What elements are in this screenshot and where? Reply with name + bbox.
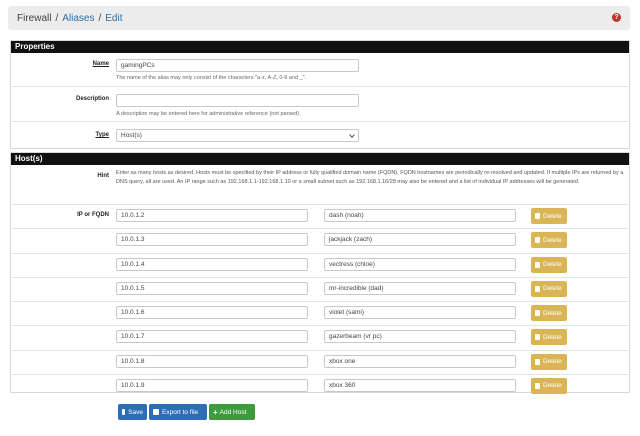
delete-host-button[interactable]: Delete xyxy=(531,256,567,273)
trash-icon xyxy=(535,213,540,219)
export-button[interactable]: Export to file xyxy=(149,404,207,420)
host-row: 10.0.1.3 jackjack (zach) Delete xyxy=(11,228,629,252)
properties-panel: Properties Name gamingPCs The name of th… xyxy=(10,40,630,149)
description-help-text: A description may be entered here for ad… xyxy=(116,111,301,117)
delete-button-label: Delete xyxy=(543,309,562,317)
breadcrumb-firewall: Firewall xyxy=(17,12,52,24)
type-select-value: Host(s) xyxy=(121,132,142,139)
trash-icon xyxy=(535,237,540,244)
host-ip-input[interactable]: 10.0.1.2 xyxy=(116,209,308,222)
host-ip-input[interactable]: 10.0.1.6 xyxy=(116,306,308,319)
ip-or-fqdn-label: IP or FQDN xyxy=(77,212,109,218)
save-button[interactable]: Save xyxy=(118,404,147,420)
delete-host-button[interactable]: Delete xyxy=(531,329,567,346)
delete-button-label: Delete xyxy=(543,382,562,390)
trash-icon xyxy=(535,310,540,316)
host-ip-input[interactable]: 10.0.1.8 xyxy=(116,354,308,368)
download-icon xyxy=(153,409,159,415)
chevron-down-icon xyxy=(349,132,355,138)
name-row: Name gamingPCs The name of the alias may… xyxy=(11,53,629,86)
floppy-disk-icon xyxy=(122,409,126,415)
host-description-input[interactable]: xbox one xyxy=(324,354,516,368)
delete-button-label: Delete xyxy=(543,333,562,341)
breadcrumb-aliases-link[interactable]: Aliases xyxy=(62,13,94,24)
host-description-input[interactable]: gazerbeam (vr pc) xyxy=(324,330,516,344)
name-input[interactable]: gamingPCs xyxy=(116,59,359,72)
breadcrumb-separator: / xyxy=(98,12,102,24)
host-ip-input[interactable]: 10.0.1.7 xyxy=(116,330,308,344)
trash-icon xyxy=(535,382,540,389)
host-description-input[interactable]: xbox 360 xyxy=(324,378,516,392)
breadcrumb-separator: / xyxy=(55,12,59,24)
trash-icon xyxy=(535,261,540,268)
name-label: Name xyxy=(92,61,109,67)
breadcrumb: Firewall / Aliases / Edit ? xyxy=(8,6,630,30)
delete-host-button[interactable]: Delete xyxy=(531,208,567,224)
trash-icon xyxy=(535,358,540,365)
hint-row: Hint Enter as many hosts as desired. Hos… xyxy=(11,165,629,204)
hosts-panel: Host(s) Hint Enter as many hosts as desi… xyxy=(10,152,630,394)
hint-text: Enter as many hosts as desired. Hosts mu… xyxy=(116,170,624,185)
host-description-input[interactable]: violet (sami) xyxy=(324,306,516,319)
host-row: IP or FQDN 10.0.1.2 dash (noah) Delete xyxy=(11,204,629,228)
description-label: Description xyxy=(75,96,109,102)
host-row: 10.0.1.8 xbox one Delete xyxy=(11,349,629,374)
host-ip-input[interactable]: 10.0.1.5 xyxy=(116,281,308,295)
delete-button-label: Delete xyxy=(543,212,562,220)
properties-heading: Properties xyxy=(11,41,629,53)
export-button-label: Export to file xyxy=(162,408,199,416)
host-ip-input[interactable]: 10.0.1.9 xyxy=(116,378,308,392)
hint-label: Hint xyxy=(97,173,109,179)
delete-button-label: Delete xyxy=(543,236,562,244)
delete-button-label: Delete xyxy=(543,358,562,365)
host-row: 10.0.1.4 vectress (chloe) Delete xyxy=(11,252,629,277)
delete-button-label: Delete xyxy=(543,261,562,268)
host-ip-input[interactable]: 10.0.1.4 xyxy=(116,257,308,271)
delete-host-button[interactable]: Delete xyxy=(531,377,567,394)
plus-icon: + xyxy=(213,407,218,417)
help-icon[interactable]: ? xyxy=(612,13,621,22)
host-ip-input[interactable]: 10.0.1.3 xyxy=(116,233,308,247)
host-row: 10.0.1.5 mr-incredible (dad) Delete xyxy=(11,276,629,301)
host-description-input[interactable]: dash (noah) xyxy=(324,209,516,222)
delete-host-button[interactable]: Delete xyxy=(531,353,567,370)
delete-host-button[interactable]: Delete xyxy=(531,305,567,321)
host-row: 10.0.1.6 violet (sami) Delete xyxy=(11,301,629,325)
hosts-heading: Host(s) xyxy=(11,153,629,165)
description-row: Description A description may be entered… xyxy=(11,86,629,121)
delete-button-label: Delete xyxy=(543,285,562,293)
host-description-input[interactable]: mr-incredible (dad) xyxy=(324,281,516,295)
host-description-input[interactable]: vectress (chloe) xyxy=(324,257,516,271)
add-host-button-label: Add Host xyxy=(219,408,247,416)
name-help-text: The name of the alias may only consist o… xyxy=(116,75,307,81)
type-label: Type xyxy=(95,132,109,138)
save-button-label: Save xyxy=(128,408,143,416)
type-row: Type Host(s) xyxy=(11,121,629,148)
delete-host-button[interactable]: Delete xyxy=(531,232,567,249)
host-description-input[interactable]: jackjack (zach) xyxy=(324,233,516,247)
host-row: 10.0.1.9 xbox 360 Delete xyxy=(11,373,629,398)
type-select[interactable]: Host(s) xyxy=(116,129,359,142)
description-input[interactable] xyxy=(116,94,359,107)
breadcrumb-edit[interactable]: Edit xyxy=(105,13,122,24)
host-row: 10.0.1.7 gazerbeam (vr pc) Delete xyxy=(11,325,629,349)
trash-icon xyxy=(535,285,540,292)
add-host-button[interactable]: + Add Host xyxy=(209,404,255,420)
trash-icon xyxy=(535,334,540,341)
delete-host-button[interactable]: Delete xyxy=(531,280,567,297)
